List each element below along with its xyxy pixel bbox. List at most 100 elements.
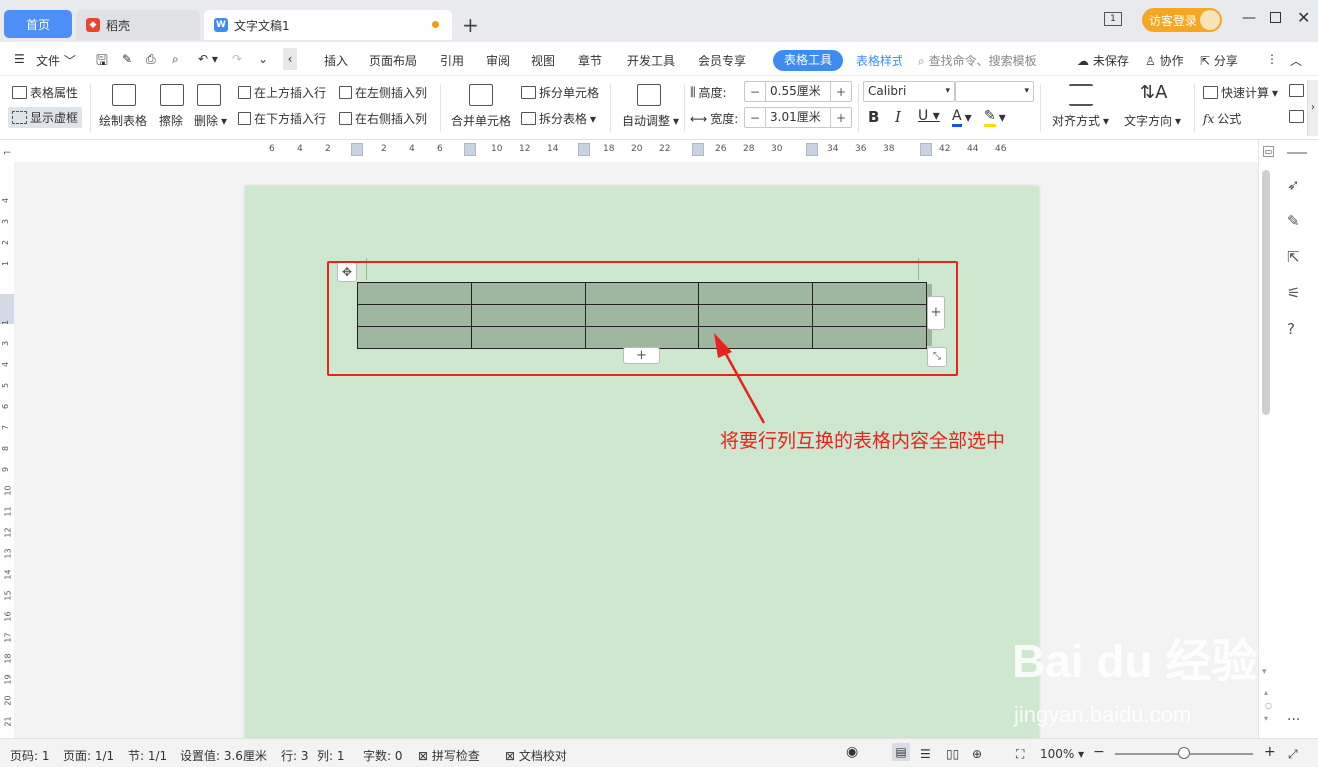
split-cells-button[interactable]: 拆分单元格 xyxy=(521,84,599,101)
pointer-icon[interactable]: ⇱ xyxy=(1287,248,1300,266)
font-name-select[interactable]: Calibri ▾ xyxy=(863,81,955,102)
proofread-button[interactable]: ⊠ 文档校对 xyxy=(505,747,567,764)
column-marker[interactable] xyxy=(692,143,704,156)
increase-icon[interactable]: + xyxy=(831,111,851,125)
bold-icon[interactable]: B xyxy=(868,108,879,126)
tab-home[interactable]: 首页 xyxy=(4,10,72,38)
web-view-icon[interactable]: ⊕ xyxy=(972,747,982,761)
column-marker[interactable] xyxy=(578,143,590,156)
column-marker[interactable] xyxy=(464,143,476,156)
window-count-icon[interactable]: 1 xyxy=(1104,12,1122,26)
file-menu[interactable]: 文件 ﹀ xyxy=(36,52,76,69)
fullscreen-icon[interactable]: ⤢ xyxy=(1288,747,1298,762)
highlight-icon[interactable]: ✎ ▾ xyxy=(984,108,1006,127)
new-tab-button[interactable]: + xyxy=(462,13,479,37)
tab-table-style[interactable]: 表格样式 xyxy=(856,52,902,69)
menu-developer[interactable]: 开发工具 xyxy=(627,52,675,69)
column-marker[interactable] xyxy=(920,143,932,156)
tab-document[interactable]: W 文字文稿1 xyxy=(204,10,452,40)
split-view-icon[interactable]: ▭ xyxy=(1263,146,1274,157)
row-height-stepper[interactable]: −0.55厘米 + xyxy=(744,81,852,102)
more-ribbon-icon-2[interactable] xyxy=(1289,110,1304,123)
insert-col-left-button[interactable]: 在左侧插入列 xyxy=(339,84,427,101)
split-table-button[interactable]: 拆分表格 ▾ xyxy=(521,110,596,127)
menu-view[interactable]: 视图 xyxy=(531,52,555,69)
search-command[interactable]: ⌕ 查找命令、搜索模板 xyxy=(918,52,1037,69)
eye-protection-icon[interactable]: ◉ xyxy=(846,744,858,760)
increase-icon[interactable]: + xyxy=(831,85,851,99)
print-preview-icon[interactable]: ⌕ xyxy=(172,52,179,67)
next-page-icon[interactable]: ▾ xyxy=(1264,714,1268,723)
settings-sliders-icon[interactable]: ⚟ xyxy=(1287,284,1300,302)
status-section[interactable]: 节: 1/1 xyxy=(128,747,167,764)
maximize-icon[interactable] xyxy=(1270,12,1281,23)
print-icon[interactable]: ⎙ xyxy=(146,52,156,67)
status-pages[interactable]: 页面: 1/1 xyxy=(63,747,114,764)
col-width-value[interactable]: 3.01厘米 xyxy=(765,108,831,127)
erase-button[interactable]: 擦除 xyxy=(159,112,183,129)
ribbon-scroll-right-icon[interactable]: › xyxy=(1307,80,1318,136)
help-icon[interactable]: ? xyxy=(1287,320,1295,338)
reading-view-icon[interactable]: ▯▯ xyxy=(946,747,959,761)
more-ribbon-icon[interactable] xyxy=(1289,84,1304,97)
menu-member[interactable]: 会员专享 xyxy=(698,52,746,69)
close-icon[interactable]: ✕ xyxy=(1297,8,1310,27)
insert-row-above-button[interactable]: 在上方插入行 xyxy=(238,84,326,101)
menu-references[interactable]: 引用 xyxy=(440,52,464,69)
insert-row-below-button[interactable]: 在下方插入行 xyxy=(238,110,326,127)
more-icon[interactable]: ⋮ xyxy=(1266,52,1278,66)
italic-icon[interactable]: I xyxy=(895,108,901,126)
menu-insert[interactable]: 插入 xyxy=(324,52,348,69)
merge-cells-button[interactable]: 合并单元格 xyxy=(451,112,511,129)
tab-table-tools[interactable]: 表格工具 xyxy=(773,50,843,71)
scroll-down-icon[interactable]: ▾ xyxy=(1262,667,1267,677)
underline-icon[interactable]: U ▾ xyxy=(918,108,940,124)
show-gridlines-button[interactable]: 显示虚框 xyxy=(8,107,83,128)
col-width-stepper[interactable]: −3.01厘米 + xyxy=(744,107,852,128)
spell-check-button[interactable]: ⊠ 拼写检查 xyxy=(418,747,480,764)
formula-button[interactable]: fx 公式 xyxy=(1203,110,1241,127)
unsaved-button[interactable]: ☁ 未保存 xyxy=(1077,52,1129,69)
hamburger-icon[interactable]: ☰ xyxy=(14,52,25,66)
zoom-slider-handle[interactable] xyxy=(1178,747,1190,759)
collab-button[interactable]: ♙ 协作 xyxy=(1145,52,1184,69)
menu-page-layout[interactable]: 页面布局 xyxy=(369,52,417,69)
column-marker[interactable] xyxy=(351,143,363,156)
menu-review[interactable]: 审阅 xyxy=(486,52,510,69)
text-direction-button[interactable]: 文字方向 ▾ xyxy=(1124,112,1181,129)
auto-fit-button[interactable]: 自动调整 ▾ xyxy=(622,112,679,129)
save-icon[interactable]: 🖫 xyxy=(96,50,108,74)
row-height-value[interactable]: 0.55厘米 xyxy=(765,82,831,101)
table-properties-button[interactable]: 表格属性 xyxy=(12,84,78,101)
fit-page-icon[interactable]: ⛶ xyxy=(1016,747,1024,762)
zoom-in-icon[interactable]: + xyxy=(1264,744,1276,760)
column-marker[interactable] xyxy=(806,143,818,156)
font-size-select[interactable]: ▾ xyxy=(955,81,1034,102)
select-browse-icon[interactable]: ○ xyxy=(1265,701,1272,710)
guest-login-button[interactable]: 访客登录 xyxy=(1142,8,1222,32)
undo-icon[interactable]: ↶ ▾ xyxy=(198,52,218,66)
quick-access-dropdown-icon[interactable]: ⌄ xyxy=(258,52,268,66)
align-button[interactable]: 对齐方式 ▾ xyxy=(1052,112,1109,129)
scroll-left-icon[interactable]: ‹ xyxy=(283,48,297,70)
status-page-number[interactable]: 页码: 1 xyxy=(10,747,50,764)
format-painter-icon[interactable]: ✎ xyxy=(122,52,132,66)
prev-page-icon[interactable]: ▴ xyxy=(1264,688,1268,697)
menu-chapter[interactable]: 章节 xyxy=(578,52,602,69)
quick-calc-button[interactable]: 快速计算 ▾ xyxy=(1203,84,1278,101)
zoom-out-icon[interactable]: − xyxy=(1093,744,1105,760)
vertical-scrollbar[interactable] xyxy=(1262,170,1270,415)
collapse-ribbon-icon[interactable]: ︿ xyxy=(1290,52,1302,69)
rocket-icon[interactable]: ➶ xyxy=(1287,176,1300,194)
status-word-count[interactable]: 字数: 0 xyxy=(363,747,403,764)
draw-table-button[interactable]: 绘制表格 xyxy=(99,112,147,129)
redo-icon[interactable]: ↷ xyxy=(232,52,242,66)
pen-icon[interactable]: ✎ xyxy=(1287,212,1300,230)
delete-button[interactable]: 删除 ▾ xyxy=(194,112,227,129)
insert-col-right-button[interactable]: 在右侧插入列 xyxy=(339,110,427,127)
decrease-icon[interactable]: − xyxy=(745,111,765,125)
decrease-icon[interactable]: − xyxy=(745,85,765,99)
tab-daoke[interactable]: ◆ 稻壳 xyxy=(76,10,200,40)
outline-view-icon[interactable]: ☰ xyxy=(920,747,931,761)
status-setting-value[interactable]: 设置值: 3.6厘米 xyxy=(180,747,267,764)
